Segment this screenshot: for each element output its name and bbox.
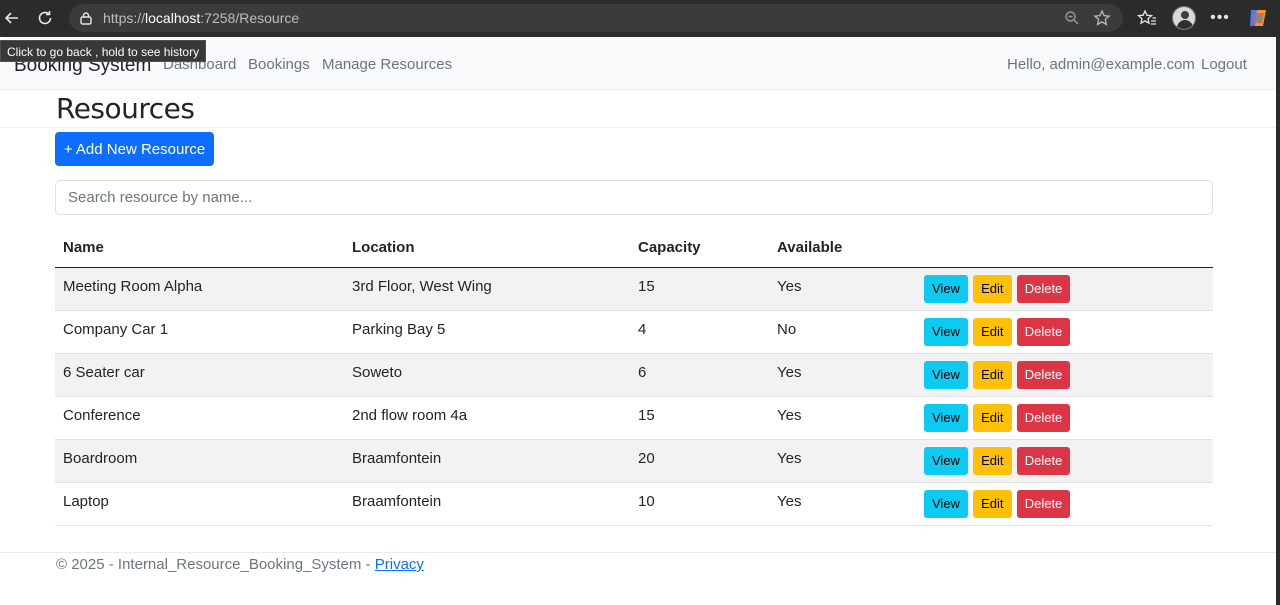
edit-button[interactable]: Edit bbox=[973, 317, 1012, 346]
cell-name: Boardroom bbox=[55, 439, 344, 483]
more-options-icon[interactable]: ••• bbox=[1206, 4, 1234, 32]
table-row: 6 Seater car Soweto 6 Yes View Edit Dele… bbox=[55, 353, 1213, 397]
cell-capacity: 6 bbox=[630, 353, 769, 397]
edit-button[interactable]: Edit bbox=[973, 489, 1012, 518]
table-row: Boardroom Braamfontein 20 Yes View Edit … bbox=[55, 439, 1213, 483]
cell-actions: View Edit Delete bbox=[916, 396, 1213, 440]
resources-table: Name Location Capacity Available Meeting… bbox=[55, 228, 1213, 526]
cell-capacity: 10 bbox=[630, 482, 769, 526]
cell-name: Laptop bbox=[55, 482, 344, 526]
cell-location: 3rd Floor, West Wing bbox=[344, 267, 630, 311]
page-title: Resources bbox=[56, 92, 195, 125]
footer-copyright: © 2025 - Internal_Resource_Booking_Syste… bbox=[56, 556, 375, 573]
cell-location: Parking Bay 5 bbox=[344, 310, 630, 354]
cell-actions: View Edit Delete bbox=[916, 267, 1213, 311]
edit-button[interactable]: Edit bbox=[973, 403, 1012, 432]
view-button[interactable]: View bbox=[924, 274, 968, 303]
view-button[interactable]: View bbox=[924, 360, 968, 389]
header-capacity: Capacity bbox=[630, 228, 769, 268]
cell-location: Braamfontein bbox=[344, 439, 630, 483]
view-button[interactable]: View bbox=[924, 403, 968, 432]
header-actions bbox=[916, 228, 1213, 268]
cell-name: Meeting Room Alpha bbox=[55, 267, 344, 311]
table-row: Meeting Room Alpha 3rd Floor, West Wing … bbox=[55, 267, 1213, 311]
delete-button[interactable]: Delete bbox=[1016, 274, 1071, 303]
cell-capacity: 15 bbox=[630, 396, 769, 440]
view-button[interactable]: View bbox=[924, 317, 968, 346]
cell-capacity: 4 bbox=[630, 310, 769, 354]
cell-location: 2nd flow room 4a bbox=[344, 396, 630, 440]
table-row: Laptop Braamfontein 10 Yes View Edit Del… bbox=[55, 482, 1213, 526]
table-row: Company Car 1 Parking Bay 5 4 No View Ed… bbox=[55, 310, 1213, 354]
delete-button[interactable]: Delete bbox=[1016, 317, 1071, 346]
cell-actions: View Edit Delete bbox=[916, 439, 1213, 483]
back-button-tooltip: Click to go back , hold to see history bbox=[0, 40, 207, 62]
zoom-icon[interactable] bbox=[1059, 4, 1085, 32]
cell-actions: View Edit Delete bbox=[916, 353, 1213, 397]
header-location: Location bbox=[344, 228, 630, 268]
cell-capacity: 20 bbox=[630, 439, 769, 483]
cell-name: Company Car 1 bbox=[55, 310, 344, 354]
cell-actions: View Edit Delete bbox=[916, 310, 1213, 354]
header-name: Name bbox=[55, 228, 344, 268]
nav-manage-resources-link[interactable]: Manage Resources bbox=[322, 56, 452, 73]
cell-name: Conference bbox=[55, 396, 344, 440]
add-new-resource-button[interactable]: + Add New Resource bbox=[55, 132, 214, 166]
cell-available: Yes bbox=[769, 267, 916, 311]
cell-available: Yes bbox=[769, 482, 916, 526]
view-button[interactable]: View bbox=[924, 489, 968, 518]
edit-button[interactable]: Edit bbox=[973, 360, 1012, 389]
footer-divider bbox=[0, 552, 1276, 553]
table-row: Conference 2nd flow room 4a 15 Yes View … bbox=[55, 396, 1213, 440]
delete-button[interactable]: Delete bbox=[1016, 360, 1071, 389]
lock-icon[interactable] bbox=[77, 9, 95, 27]
profile-avatar[interactable] bbox=[1170, 4, 1198, 32]
view-button[interactable]: View bbox=[924, 446, 968, 475]
reload-icon[interactable] bbox=[30, 4, 60, 32]
delete-button[interactable]: Delete bbox=[1016, 446, 1071, 475]
edit-button[interactable]: Edit bbox=[973, 274, 1012, 303]
cell-available: Yes bbox=[769, 396, 916, 440]
privacy-link[interactable]: Privacy bbox=[375, 556, 424, 573]
cell-actions: View Edit Delete bbox=[916, 482, 1213, 526]
url-text: https://localhost:7258/Resource bbox=[103, 10, 300, 26]
edit-button[interactable]: Edit bbox=[973, 446, 1012, 475]
cell-available: Yes bbox=[769, 353, 916, 397]
cell-available: Yes bbox=[769, 439, 916, 483]
favorites-icon[interactable] bbox=[1133, 4, 1161, 32]
cell-location: Soweto bbox=[344, 353, 630, 397]
cell-name: 6 Seater car bbox=[55, 353, 344, 397]
browser-toolbar: https://localhost:7258/Resource ••• bbox=[0, 0, 1280, 37]
table-header-row: Name Location Capacity Available bbox=[55, 228, 1213, 268]
favorite-star-icon[interactable] bbox=[1089, 4, 1115, 32]
header-available: Available bbox=[769, 228, 916, 268]
delete-button[interactable]: Delete bbox=[1016, 403, 1071, 432]
search-input[interactable] bbox=[55, 180, 1213, 215]
cell-capacity: 15 bbox=[630, 267, 769, 311]
logout-link[interactable]: Logout bbox=[1201, 56, 1247, 73]
divider bbox=[0, 127, 1276, 128]
nav-bookings-link[interactable]: Bookings bbox=[248, 56, 310, 73]
footer: © 2025 - Internal_Resource_Booking_Syste… bbox=[56, 556, 424, 573]
copilot-icon[interactable] bbox=[1244, 4, 1272, 32]
user-greeting[interactable]: Hello, admin@example.com bbox=[1007, 56, 1195, 73]
cell-location: Braamfontein bbox=[344, 482, 630, 526]
window-edge bbox=[1276, 37, 1280, 605]
cell-available: No bbox=[769, 310, 916, 354]
back-arrow-icon[interactable] bbox=[0, 4, 24, 32]
delete-button[interactable]: Delete bbox=[1016, 489, 1071, 518]
address-bar[interactable]: https://localhost:7258/Resource bbox=[69, 4, 1123, 32]
